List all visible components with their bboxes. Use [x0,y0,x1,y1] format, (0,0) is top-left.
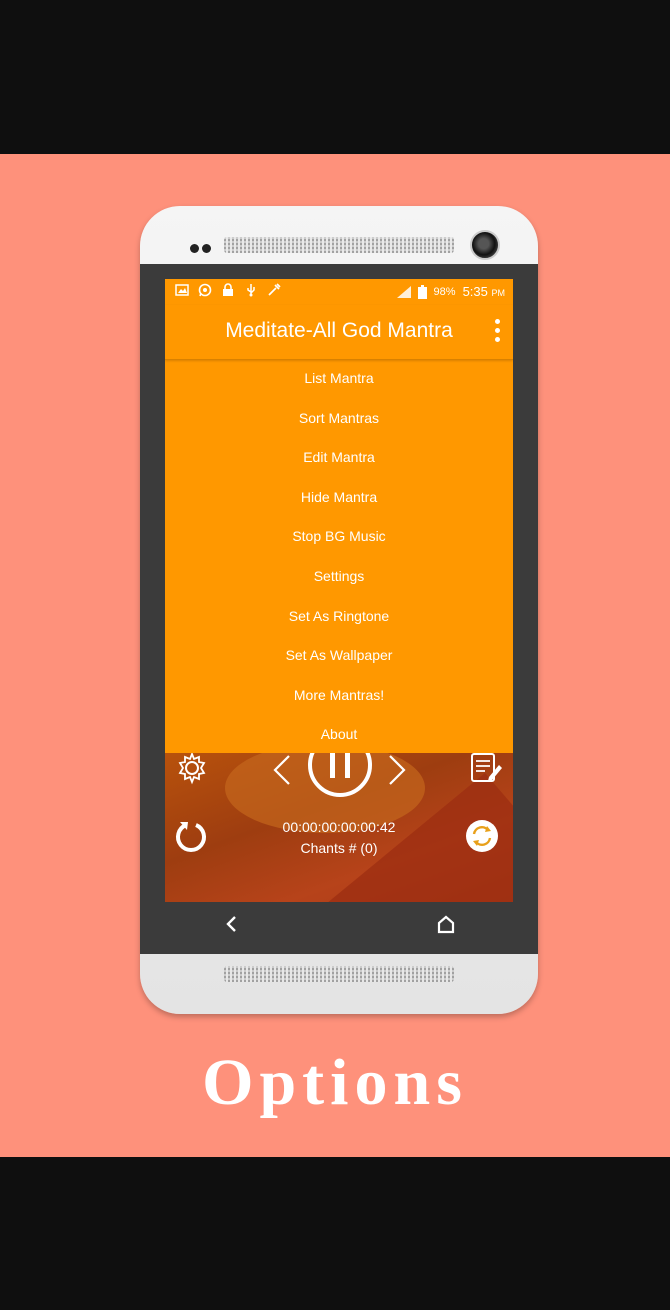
menu-item-about[interactable]: About [165,715,513,755]
menu-item-set-as-ringtone[interactable]: Set As Ringtone [165,597,513,637]
menu-item-sort-mantras[interactable]: Sort Mantras [165,399,513,439]
front-camera [470,230,500,260]
player-panel: 00:00:00:00:00:42 Chants # (0) [165,753,513,902]
signal-icon [396,285,411,298]
chants-counter: Chants # (0) [300,840,378,856]
top-speaker-grille [224,237,454,253]
app-screen: 98% 5:35 PM Meditate-All God Mantra List… [165,279,513,902]
notes-icon[interactable] [469,753,503,785]
sensor-dot [202,244,211,253]
lock-icon [223,283,233,296]
caption-title: Options [202,1046,468,1119]
prev-icon[interactable] [271,753,293,787]
menu-item-set-as-wallpaper[interactable]: Set As Wallpaper [165,636,513,676]
home-icon[interactable] [436,914,456,934]
menu-item-edit-mantra[interactable]: Edit Mantra [165,438,513,478]
next-icon[interactable] [386,753,408,787]
shuffle-icon[interactable] [465,819,499,853]
battery-icon [417,284,427,299]
app-title: Meditate-All God Mantra [225,319,453,342]
options-menu: List Mantra Sort Mantras Edit Mantra Hid… [165,359,513,753]
sensor-dot [190,244,199,253]
battery-percentage: 98% [433,285,456,298]
menu-item-stop-bg-music[interactable]: Stop BG Music [165,517,513,557]
status-bar: 98% 5:35 PM [165,279,513,305]
menu-item-hide-mantra[interactable]: Hide Mantra [165,478,513,518]
elapsed-timer: 00:00:00:00:00:42 [282,819,396,835]
tool-icon [268,283,281,296]
menu-item-settings[interactable]: Settings [165,557,513,597]
app-toolbar: Meditate-All God Mantra [165,305,513,360]
gear-icon[interactable] [175,753,209,785]
pause-icon[interactable] [306,753,374,799]
menu-item-list-mantra[interactable]: List Mantra [165,359,513,399]
whatsapp-icon [198,283,212,297]
kebab-menu-icon[interactable] [493,319,501,345]
back-icon[interactable] [222,914,240,934]
image-icon [175,284,189,296]
menu-item-more-mantras[interactable]: More Mantras! [165,676,513,716]
bottom-speaker-grille [224,966,454,982]
clock: 5:35 PM [462,284,505,299]
usb-icon [247,284,255,297]
